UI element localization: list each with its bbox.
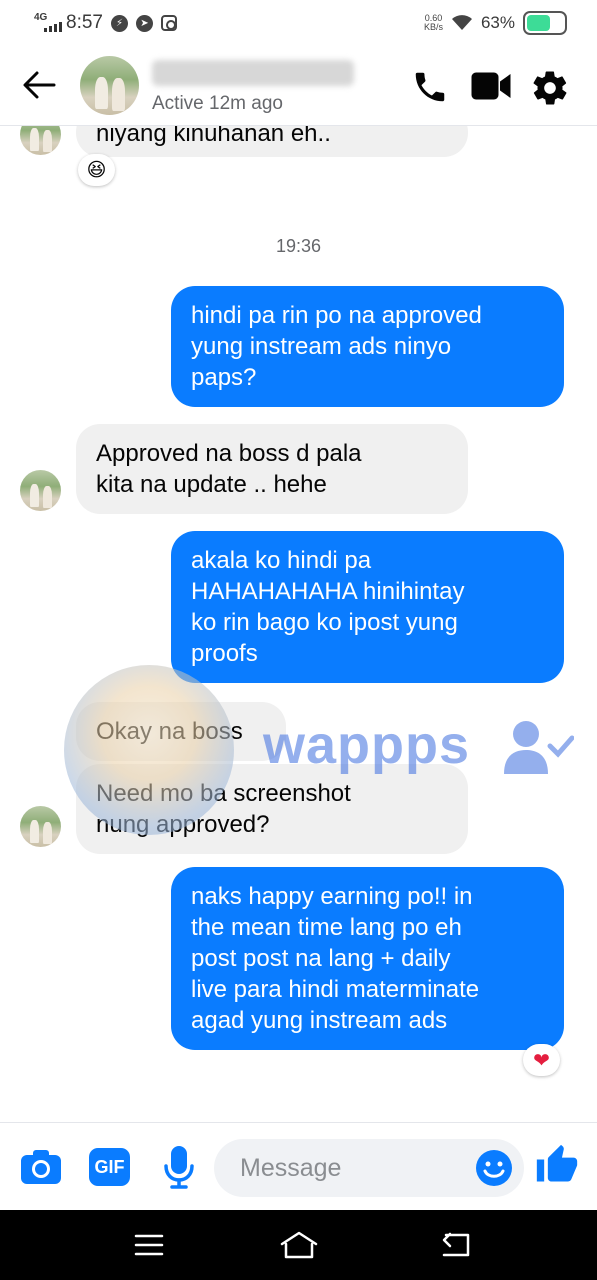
message-line: hindi pa rin po na approved — [191, 302, 482, 329]
message-text: niyang kinuhanan eh.. — [96, 126, 331, 147]
message-line: yung instream ads ninyo — [191, 333, 452, 360]
reaction-laughing[interactable]: 😆 — [78, 154, 115, 186]
chat-header: Active 12m ago — [0, 46, 597, 126]
home-icon[interactable] — [280, 1231, 318, 1259]
watermark-avatar — [64, 665, 234, 835]
message-line: agad yung instream ads — [191, 1007, 448, 1034]
message-line: the mean time lang po eh — [191, 914, 462, 941]
network-speed: 0.60 KB/s — [424, 14, 443, 32]
outgoing-message[interactable]: naks happy earning po!! in the mean time… — [171, 867, 564, 1050]
incoming-message[interactable]: Approved na boss d pala kita na update .… — [76, 424, 468, 514]
message-line: paps? — [191, 364, 257, 391]
message-list[interactable]: niyang kinuhanan eh.. 😆 19:36 hindi pa r… — [0, 126, 597, 1122]
system-navigation-bar — [0, 1210, 597, 1280]
contact-avatar[interactable] — [80, 56, 139, 115]
battery-percent: 63% — [480, 13, 515, 32]
message-composer: GIF — [0, 1122, 597, 1210]
gear-icon[interactable] — [530, 68, 570, 108]
messenger-notification-icon: ⚡ — [110, 14, 128, 32]
menu-icon[interactable] — [134, 1234, 164, 1256]
watermark-text: wappps — [263, 715, 471, 775]
back-arrow-icon[interactable] — [22, 70, 56, 100]
reaction-heart[interactable]: ❤ — [523, 1044, 560, 1076]
message-line: kita na update .. hehe — [96, 471, 327, 498]
message-line: ko rin bago ko ipost yung — [191, 609, 458, 636]
message-line: akala ko hindi pa — [191, 547, 372, 574]
outgoing-message[interactable]: akala ko hindi pa HAHAHAHAHA hinihintay … — [171, 531, 564, 683]
user-check-icon — [504, 721, 574, 774]
contact-avatar-small[interactable] — [20, 806, 61, 847]
emoji-icon[interactable] — [475, 1149, 513, 1187]
camera-icon[interactable] — [20, 1149, 62, 1185]
outgoing-message[interactable]: hindi pa rin po na approved yung instrea… — [171, 286, 564, 407]
gif-icon[interactable]: GIF — [89, 1148, 130, 1186]
wifi-icon — [451, 15, 472, 30]
status-bar: 4G 8:57 ⚡ ➤ 0.60 KB/s 63% — [0, 0, 597, 46]
gif-label: GIF — [94, 1156, 125, 1177]
incoming-message[interactable]: niyang kinuhanan eh.. — [76, 126, 468, 157]
speed-unit: KB/s — [423, 22, 443, 32]
message-line: naks happy earning po!! in — [191, 883, 473, 910]
status-time: 8:57 — [66, 12, 103, 33]
network-signal-icon: 4G — [34, 13, 62, 33]
contact-avatar-small[interactable] — [20, 470, 61, 511]
message-line: post post na lang + daily — [191, 945, 451, 972]
message-timestamp: 19:36 — [275, 236, 322, 256]
active-status: Active 12m ago — [152, 93, 283, 114]
instagram-notification-icon — [160, 15, 177, 31]
contact-avatar-small[interactable] — [20, 126, 61, 155]
message-line: live para hindi materminate — [191, 976, 480, 1003]
contact-name-blurred[interactable] — [152, 60, 354, 86]
video-camera-icon[interactable] — [470, 68, 512, 104]
microphone-icon[interactable] — [163, 1145, 195, 1189]
battery-icon — [523, 11, 567, 35]
message-line: proofs — [191, 640, 258, 667]
message-line: Approved na boss d pala — [96, 440, 362, 467]
telegram-notification-icon: ➤ — [135, 14, 153, 32]
thumbs-up-icon[interactable] — [535, 1143, 579, 1187]
back-icon[interactable] — [440, 1232, 472, 1258]
phone-icon[interactable] — [410, 68, 450, 106]
message-line: HAHAHAHAHA hinihintay — [191, 578, 465, 605]
